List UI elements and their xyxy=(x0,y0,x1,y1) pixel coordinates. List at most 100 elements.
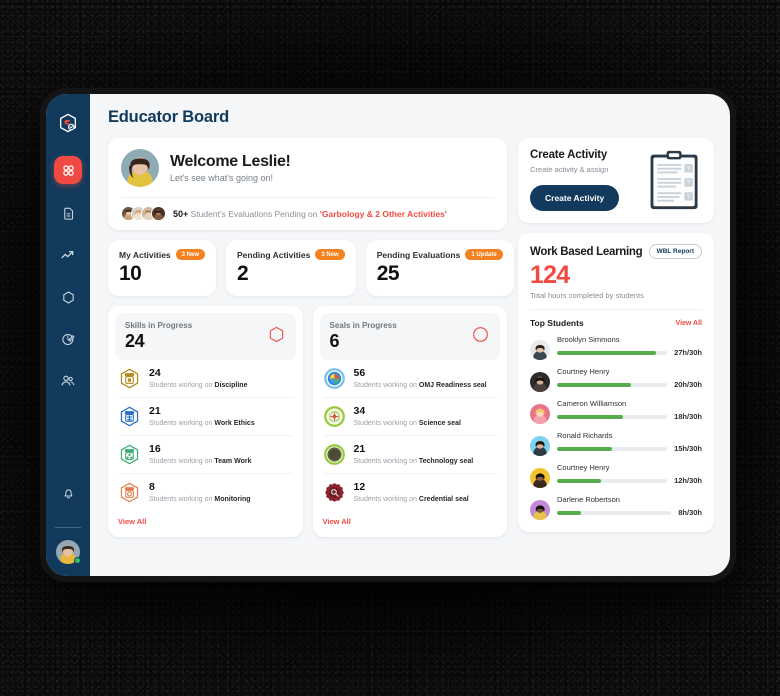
seal-prefix: Students working on xyxy=(353,419,417,427)
list-item[interactable]: Brooklyn Simmons 27h/30h xyxy=(530,335,702,361)
wbl-total-hours: 124 xyxy=(530,261,570,289)
progress-bar xyxy=(557,350,668,355)
main-content: Educator Board Welcome Leslie! Let's see… xyxy=(90,94,730,576)
welcome-header: Welcome Leslie! Let's see what's going o… xyxy=(121,149,494,197)
list-item-body: Darlene Robertson 8h/30h xyxy=(557,495,702,517)
seal-prefix: Students working on xyxy=(353,495,417,503)
skill-prefix: Students working on xyxy=(149,457,213,465)
top-students-view-all-link[interactable]: View All xyxy=(676,320,702,327)
student-hours: 8h/30h xyxy=(678,508,702,518)
sidebar-item-analytics[interactable] xyxy=(55,242,81,268)
progress-row: Skills in Progress 24 24 Students workin… xyxy=(108,306,507,537)
create-activity-card: Create Activity Create activity & assign… xyxy=(518,138,714,223)
hexagon-badge-logo-icon[interactable] xyxy=(55,110,81,136)
student-name: Courtney Henry xyxy=(557,463,610,473)
seal-name: OMJ Readiness seal xyxy=(418,381,487,389)
list-item[interactable]: 21 Students working on Technology seal xyxy=(322,436,497,474)
left-column: Welcome Leslie! Let's see what's going o… xyxy=(108,138,514,537)
skill-hexagon-badge-icon xyxy=(118,481,141,504)
sidebar-item-documents[interactable] xyxy=(55,200,81,226)
student-hours: 20h/30h xyxy=(674,380,702,390)
welcome-subtitle: Let's see what's going on! xyxy=(170,173,274,183)
list-item-text: 16 Students working on Team Work xyxy=(149,444,251,465)
seal-prefix: Students working on xyxy=(353,457,417,465)
student-name: Courtney Henry xyxy=(557,367,610,377)
seal-description: Students working on Credential seal xyxy=(354,496,469,503)
student-avatar-stack xyxy=(121,206,166,221)
student-hours: 15h/30h xyxy=(674,444,702,454)
skills-summary: Skills in Progress 24 xyxy=(115,313,296,360)
skills-summary-text: Skills in Progress 24 xyxy=(125,321,192,352)
pending-evaluations-text: 50+ Student's Evaluations Pending on 'Ga… xyxy=(173,209,447,219)
svg-text:?: ? xyxy=(687,166,691,173)
seals-value: 6 xyxy=(329,331,340,351)
avatar xyxy=(530,372,550,393)
skill-description: Students working on Monitoring xyxy=(149,496,251,503)
student-name: Brooklyn Simmons xyxy=(557,335,620,345)
seals-label: Seals in Progress xyxy=(329,321,397,330)
avatar xyxy=(530,404,550,425)
list-item[interactable]: Courtney Henry 20h/30h xyxy=(530,367,702,393)
list-item[interactable]: 56 Students working on OMJ Readiness sea… xyxy=(322,360,497,398)
seals-view-all-link[interactable]: View All xyxy=(323,517,351,526)
welcome-title: Welcome Leslie! xyxy=(170,153,291,170)
list-item[interactable]: 12 Students working on Credential seal xyxy=(323,474,498,511)
list-item[interactable]: Courtney Henry 12h/30h xyxy=(530,463,702,489)
list-item[interactable]: 16 Students working on Team Work xyxy=(118,436,293,474)
list-item[interactable]: 34 Students working on Science seal xyxy=(322,398,497,436)
sidebar-profile-avatar[interactable] xyxy=(56,540,81,564)
sidebar-item-activities[interactable] xyxy=(55,326,81,352)
create-activity-button[interactable]: Create Activity xyxy=(530,185,620,211)
wbl-report-button[interactable]: WBL Report xyxy=(648,244,702,259)
avatar xyxy=(530,340,550,361)
skill-description: Students working on Discipline xyxy=(149,382,247,389)
stat-header: My Activities 3 New xyxy=(119,249,205,260)
skill-count: 21 xyxy=(149,405,161,418)
stat-card-pending-evaluations[interactable]: Pending Evaluations 1 Update 25 xyxy=(365,240,514,296)
top-students-list: Brooklyn Simmons 27h/30h Courtney Henry … xyxy=(530,335,702,521)
skills-view-all-link[interactable]: View All xyxy=(118,517,146,526)
sidebar-item-skills[interactable] xyxy=(55,284,81,310)
student-progress-row: 15h/30h xyxy=(557,444,702,453)
stat-card-pending-activities[interactable]: Pending Activities 3 New 2 xyxy=(226,240,356,296)
skill-count: 16 xyxy=(149,443,161,456)
pending-activities-link[interactable]: 'Garbology & 2 Other Activities' xyxy=(320,209,447,219)
sidebar-item-dashboard[interactable] xyxy=(54,156,82,184)
progress-bar-fill xyxy=(557,382,631,387)
student-name: Cameron Williamson xyxy=(557,399,627,409)
pending-count: 50+ xyxy=(173,208,189,219)
list-item-text: 21 Students working on Work Ethics xyxy=(149,406,255,427)
progress-bar xyxy=(557,510,672,515)
seals-list: 56 Students working on OMJ Readiness sea… xyxy=(320,360,501,511)
list-item[interactable]: 8 Students working on Monitoring xyxy=(118,474,293,511)
list-item[interactable]: 24 Students working on Discipline xyxy=(118,360,293,398)
seal-circle-badge-icon xyxy=(323,367,346,390)
avatar xyxy=(530,468,550,489)
list-item[interactable]: Cameron Williamson 18h/30h xyxy=(530,399,702,425)
skill-name: Work Ethics xyxy=(214,419,255,427)
progress-bar xyxy=(557,478,668,483)
seal-description: Students working on Technology seal xyxy=(354,458,474,465)
list-item[interactable]: Darlene Robertson 8h/30h xyxy=(530,495,702,521)
divider xyxy=(530,309,702,311)
status-badge: 3 New xyxy=(175,249,205,260)
seals-summary-text: Seals in Progress 6 xyxy=(330,321,397,352)
skill-count: 24 xyxy=(149,367,161,380)
app-screen: Educator Board Welcome Leslie! Let's see… xyxy=(46,94,730,576)
skill-hexagon-badge-icon xyxy=(118,367,141,390)
welcome-text: Welcome Leslie! Let's see what's going o… xyxy=(170,153,291,183)
stat-card-my-activities[interactable]: My Activities 3 New 10 xyxy=(108,240,216,296)
list-item[interactable]: 21 Students working on Work Ethics xyxy=(118,398,293,436)
student-progress-row: 20h/30h xyxy=(557,380,702,389)
bell-icon[interactable] xyxy=(55,479,81,505)
list-item[interactable]: Ronald Richards 15h/30h xyxy=(530,431,702,457)
seal-circle-badge-icon xyxy=(323,481,346,504)
pending-label: Student's Evaluations Pending on xyxy=(190,208,318,219)
sidebar-item-students[interactable] xyxy=(55,368,81,394)
progress-bar xyxy=(557,382,668,387)
svg-text:?: ? xyxy=(687,180,691,187)
seal-count: 34 xyxy=(353,405,366,418)
pending-evaluations-row[interactable]: 50+ Student's Evaluations Pending on 'Ga… xyxy=(121,197,494,230)
list-item-text: 56 Students working on OMJ Readiness sea… xyxy=(354,368,487,389)
sidebar xyxy=(46,94,90,576)
